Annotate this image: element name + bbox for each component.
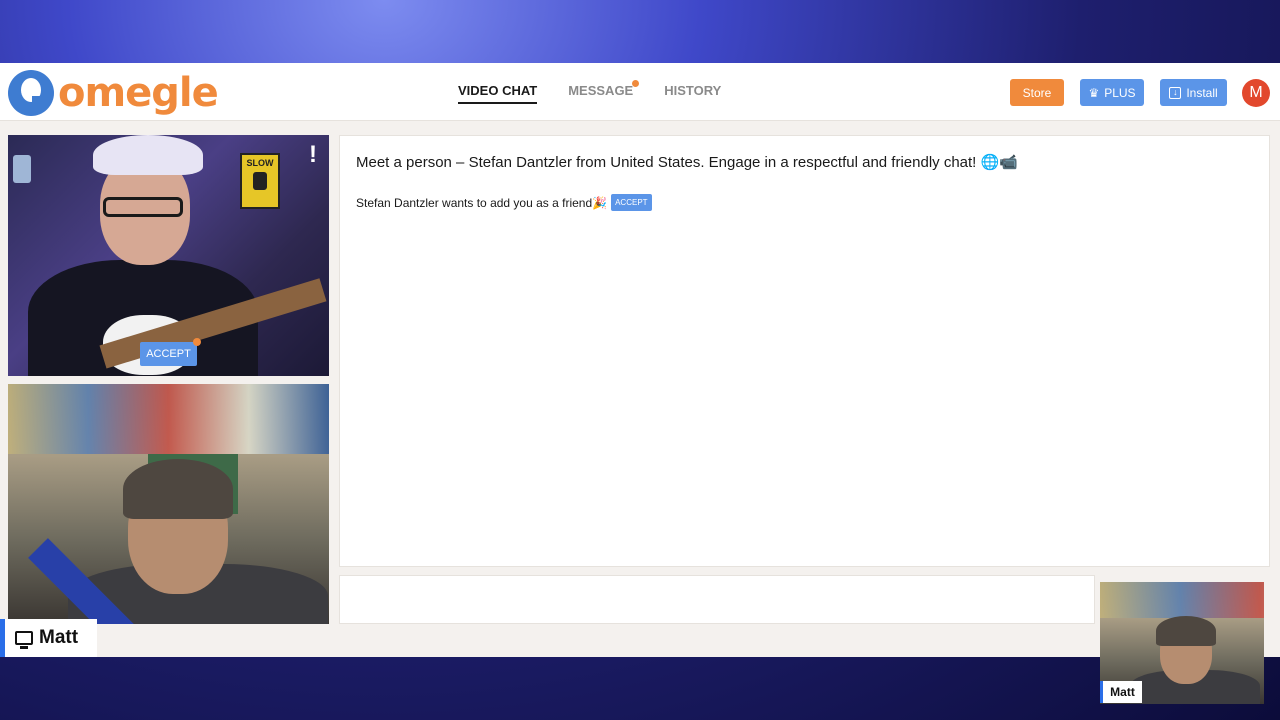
tab-message[interactable]: MESSAGE [568,80,640,104]
crown-icon: ♛ [1088,85,1100,100]
remote-person-glasses [103,197,183,217]
report-icon[interactable]: ! [309,141,317,169]
top-navbar: omegle VIDEO CHAT MESSAGE HISTORY Store … [0,63,1280,121]
plus-button[interactable]: ♛ PLUS [1080,79,1144,106]
omegle-logo-icon [8,70,54,116]
app-window: omegle VIDEO CHAT MESSAGE HISTORY Store … [0,63,1280,657]
user-avatar[interactable]: M [1242,79,1270,107]
install-button-label: Install [1186,85,1218,100]
slow-sign: SLOW [240,153,280,209]
install-button[interactable]: ↓ Install [1160,79,1227,106]
friend-accept-button[interactable]: ACCEPT [611,194,652,211]
main-nav: VIDEO CHAT MESSAGE HISTORY [458,80,721,104]
unread-dot-icon [632,80,640,87]
plus-button-label: PLUS [1104,85,1136,100]
logo-text: omegle [58,70,219,116]
pip-person-hair [1156,616,1216,646]
remote-person-cap [93,135,203,175]
video-accept-button[interactable]: ACCEPT [140,338,201,366]
pip-name-tag: Matt [1100,681,1142,703]
notification-dot-icon [193,338,201,346]
tab-history[interactable]: HISTORY [664,83,721,104]
message-input[interactable] [339,575,1095,624]
chat-headline: Meet a person – Stefan Dantzler from Uni… [356,154,1018,171]
tab-message-label: MESSAGE [568,83,634,98]
download-icon: ↓ [1169,86,1182,99]
tab-video-chat[interactable]: VIDEO CHAT [458,83,538,104]
monitor-icon [15,631,33,649]
self-name: Matt [39,627,79,648]
friend-request-text: Stefan Dantzler wants to add you as a fr… [356,195,608,210]
lamp-shape [13,155,31,183]
tent-flags-shape [8,384,329,454]
friend-request-line: Stefan Dantzler wants to add you as a fr… [356,194,652,211]
omegle-logo[interactable]: omegle [8,70,219,116]
slow-sign-text: SLOW [246,158,274,168]
store-button[interactable]: Store [1010,79,1064,106]
video-accept-label: ACCEPT [146,348,191,360]
runner-icon [253,172,267,190]
self-video [8,384,329,624]
tab-video-chat-label: VIDEO CHAT [458,83,538,98]
self-name-tag: Matt [0,619,97,657]
store-button-label: Store [1022,85,1052,100]
chat-panel: Meet a person – Stefan Dantzler from Uni… [339,135,1270,567]
remote-video: SLOW ! [8,135,329,376]
tab-history-label: HISTORY [664,83,722,98]
self-person-hair [123,459,233,519]
pip-tent-shape [1100,582,1264,618]
